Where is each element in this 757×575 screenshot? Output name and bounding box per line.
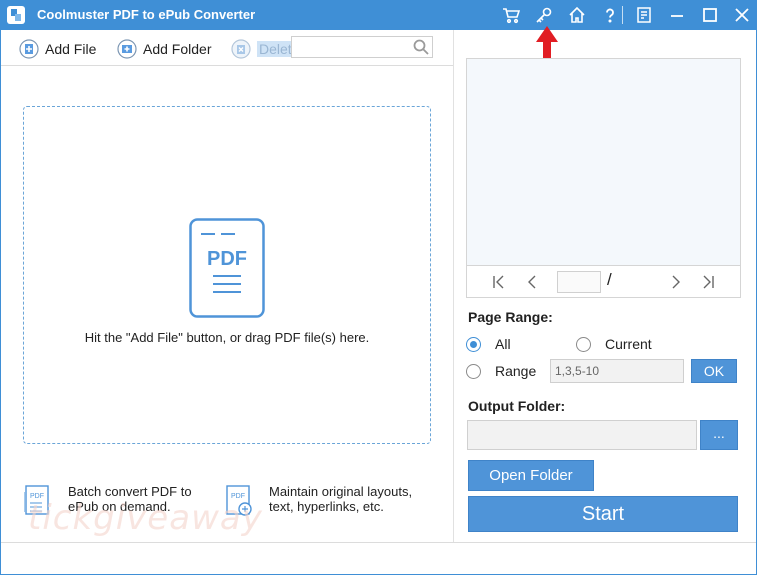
pdf-document-icon: PDF [189, 218, 265, 318]
add-folder-button[interactable]: Add Folder [117, 38, 211, 60]
page-number-input[interactable] [557, 271, 601, 293]
title-separator [622, 6, 623, 24]
radio-all[interactable]: All [466, 336, 511, 352]
window-border-left [0, 30, 1, 575]
close-icon[interactable] [731, 4, 753, 26]
radio-current[interactable]: Current [576, 336, 652, 352]
radio-current-label: Current [605, 336, 652, 352]
add-file-label: Add File [45, 41, 97, 57]
radio-all-label: All [495, 336, 511, 352]
file-drop-zone[interactable]: PDF Hit the "Add File" button, or drag P… [23, 106, 431, 444]
output-folder-input[interactable] [467, 420, 697, 450]
cart-icon[interactable] [500, 4, 522, 26]
output-folder-label: Output Folder: [468, 398, 566, 414]
radio-range-label: Range [495, 363, 537, 379]
start-button[interactable]: Start [468, 496, 738, 532]
maximize-icon[interactable] [699, 4, 721, 26]
panel-divider [453, 30, 454, 542]
app-logo-icon [7, 6, 25, 24]
search-icon[interactable] [412, 38, 430, 56]
radio-range-button[interactable] [466, 363, 481, 379]
radio-range[interactable]: Range [466, 363, 536, 379]
browse-button[interactable]: ... [700, 420, 738, 450]
add-file-icon [19, 39, 39, 59]
ok-button[interactable]: OK [691, 359, 737, 383]
page-range-label: Page Range: [468, 309, 553, 325]
minimize-icon[interactable] [666, 4, 688, 26]
key-icon[interactable] [533, 4, 555, 26]
window-title: Coolmuster PDF to ePub Converter [37, 7, 256, 22]
toolbar: Add File Add Folder Delete [1, 30, 453, 66]
add-folder-label: Add Folder [143, 41, 212, 57]
home-icon[interactable] [566, 4, 588, 26]
status-divider [1, 542, 756, 543]
preview-navigation: / [467, 265, 740, 297]
add-folder-icon [117, 39, 137, 59]
range-input[interactable]: 1,3,5-10 [550, 359, 684, 383]
title-bar: Coolmuster PDF to ePub Converter [0, 0, 757, 30]
open-folder-button[interactable]: Open Folder [468, 460, 594, 491]
last-page-icon[interactable] [700, 274, 716, 290]
preview-pane: / [466, 58, 741, 298]
radio-current-button[interactable] [576, 336, 591, 352]
pdf-document-label: PDF [207, 248, 247, 270]
previous-page-icon[interactable] [525, 274, 541, 290]
feature-layout-text: Maintain original layouts, text, hyperli… [269, 484, 413, 514]
drop-hint-text: Hit the "Add File" button, or drag PDF f… [84, 330, 370, 345]
radio-all-button[interactable] [466, 336, 481, 352]
feedback-icon[interactable] [633, 4, 655, 26]
next-page-icon[interactable] [667, 274, 683, 290]
watermark-text: tickgiveaway [28, 498, 263, 538]
page-separator: / [607, 270, 612, 289]
first-page-icon[interactable] [491, 274, 507, 290]
add-file-button[interactable]: Add File [19, 38, 96, 60]
help-icon[interactable] [599, 4, 621, 26]
delete-icon [231, 39, 251, 59]
